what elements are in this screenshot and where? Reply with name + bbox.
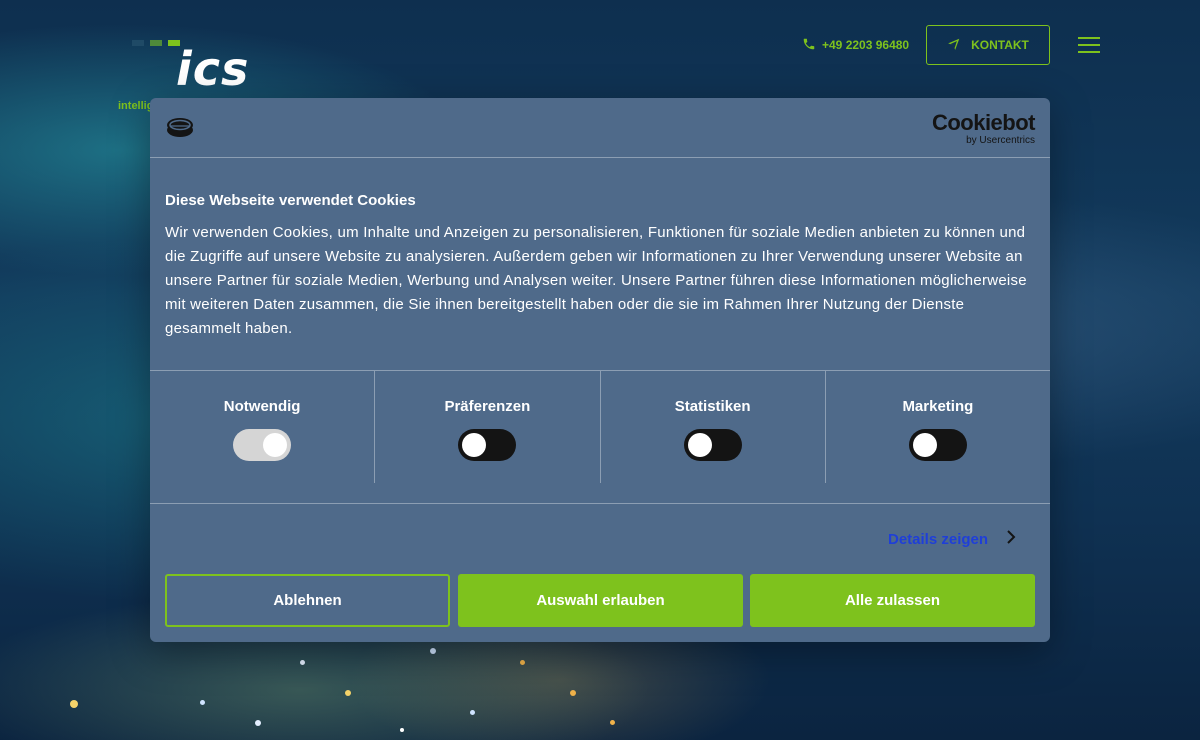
allow-selection-button[interactable]: Auswahl erlauben xyxy=(458,574,743,627)
toggle-knob xyxy=(462,433,487,457)
network-node xyxy=(610,720,615,725)
network-node xyxy=(345,690,351,696)
consent-categories: Notwendig Präferenzen Statistiken Market… xyxy=(150,370,1050,484)
toggle-notwendig[interactable] xyxy=(233,429,292,461)
network-node xyxy=(570,690,576,696)
toggle-statistiken[interactable] xyxy=(683,429,742,461)
cookie-stack-icon xyxy=(165,115,195,144)
network-node xyxy=(255,720,261,726)
toggle-praeferenzen[interactable] xyxy=(458,429,517,461)
paper-plane-icon xyxy=(947,37,961,54)
network-node xyxy=(200,700,205,705)
cookiebot-name: Cookiebot xyxy=(931,110,1036,135)
kontakt-label: KONTAKT xyxy=(971,38,1029,52)
network-node xyxy=(400,728,404,732)
logo-tagline: intellig xyxy=(118,100,154,112)
divider xyxy=(150,503,1050,504)
category-label: Notwendig xyxy=(223,398,301,415)
category-label: Marketing xyxy=(902,398,974,415)
toggle-knob xyxy=(912,433,937,457)
phone-link[interactable]: +49 2203 96480 xyxy=(802,36,909,54)
toggle-knob xyxy=(263,433,288,457)
logo-wordmark: ics xyxy=(176,42,250,96)
dialog-description: Wir verwenden Cookies, um Inhalte und An… xyxy=(165,224,1027,337)
cookiebot-logo[interactable]: Cookiebot by Usercentrics xyxy=(931,110,1036,147)
hamburger-menu-icon[interactable] xyxy=(1078,37,1100,53)
kontakt-button[interactable]: KONTAKT xyxy=(926,25,1050,65)
category-marketing: Marketing xyxy=(826,371,1050,483)
category-label: Statistiken xyxy=(674,398,751,415)
category-notwendig: Notwendig xyxy=(150,371,376,483)
category-praeferenzen: Präferenzen xyxy=(375,371,601,483)
logo-square xyxy=(132,40,144,46)
toggle-marketing[interactable] xyxy=(908,429,967,461)
category-label: Präferenzen xyxy=(444,398,531,415)
network-node xyxy=(520,660,525,665)
details-label: Details zeigen xyxy=(888,530,989,548)
details-link[interactable]: Details zeigen xyxy=(888,528,1016,550)
network-node xyxy=(430,648,436,654)
dialog-title: Diese Webseite verwendet Cookies xyxy=(165,192,416,209)
allow-all-button[interactable]: Alle zulassen xyxy=(750,574,1035,627)
network-node xyxy=(300,660,305,665)
network-node xyxy=(70,700,78,708)
decline-button[interactable]: Ablehnen xyxy=(165,574,450,627)
phone-number: +49 2203 96480 xyxy=(822,38,910,52)
category-statistiken: Statistiken xyxy=(601,371,826,483)
phone-icon xyxy=(802,37,816,54)
logo-square xyxy=(150,40,162,46)
cookiebot-byline: by Usercentrics xyxy=(966,135,1035,146)
network-node xyxy=(470,710,475,715)
chevron-right-icon xyxy=(1006,529,1016,550)
cookie-consent-dialog: Cookiebot by Usercentrics Diese Webseite… xyxy=(150,98,1050,642)
dialog-header: Cookiebot by Usercentrics xyxy=(150,98,1050,158)
toggle-knob xyxy=(687,433,712,457)
